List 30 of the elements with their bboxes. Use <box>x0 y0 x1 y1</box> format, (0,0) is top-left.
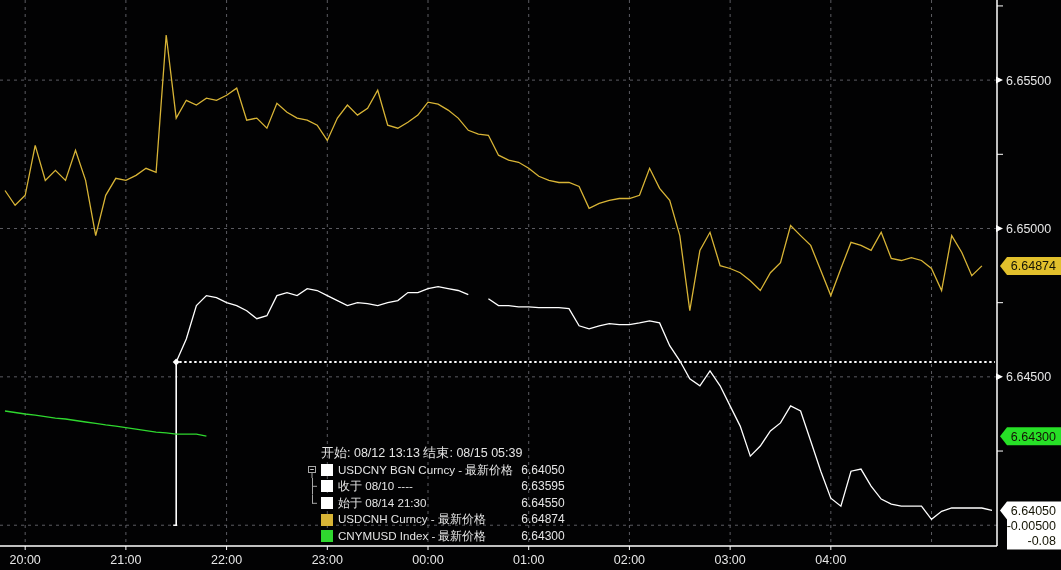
axis-tick-label: 23:00 <box>311 553 343 567</box>
marker-icon <box>172 358 180 366</box>
series-value: 6.64050 <box>521 461 565 479</box>
series-value: 6.64874 <box>521 511 565 528</box>
collapse-icon[interactable] <box>308 465 316 479</box>
series-label: USDCNH Curncy - 最新价格 <box>338 511 487 528</box>
axis-tick-label: 6.65000 <box>1006 222 1052 236</box>
axis-tick-label: 00:00 <box>412 553 444 567</box>
axis-tick-label: 02:00 <box>613 553 646 567</box>
axis-tick-label: 20:00 <box>9 553 41 567</box>
series-label: 始于 08/14 21:30 <box>338 494 428 511</box>
series-value: 6.63595 <box>521 478 565 495</box>
series-value: 6.64300 <box>521 527 565 545</box>
series-label: 收于 08/10 ---- <box>338 478 414 495</box>
axis-tick-label: 6.65500 <box>1006 73 1052 88</box>
axis-tick-label: 6.64500 <box>1006 370 1052 385</box>
date-range-label: 开始: 08/12 13:13 结束: 08/15 05:39 <box>321 445 524 462</box>
last-price-label: 6.64874 <box>1010 259 1056 274</box>
axis-tick-label: 01:00 <box>513 553 545 567</box>
price-change-label: -0.00500 <box>1006 518 1056 533</box>
last-price-label: 6.64300 <box>1010 429 1056 444</box>
axis-tick-label: 03:00 <box>714 553 746 567</box>
axis-tick-label: 22:00 <box>210 553 243 567</box>
axis-tick-label: 21:00 <box>110 553 142 567</box>
axis-tick-label: 04:00 <box>815 553 847 567</box>
series-value: 6.64550 <box>521 494 565 512</box>
series-label: CNYMUSD Index - 最新价格 <box>338 527 488 544</box>
last-price-label: 6.64050 <box>1010 503 1056 518</box>
series-label: USDCNY BGN Curncy - 最新价格 <box>338 461 514 478</box>
percent-change-label: -0.08 <box>1027 533 1056 548</box>
